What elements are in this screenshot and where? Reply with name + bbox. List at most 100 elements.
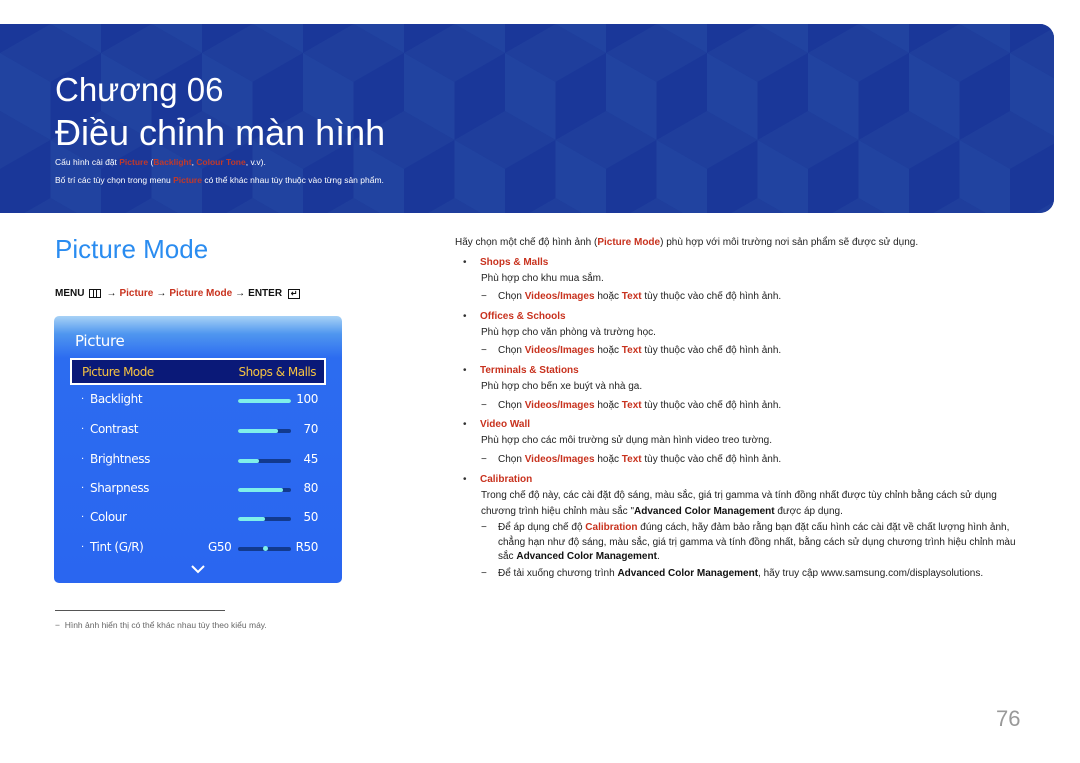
osd-item-picture-mode[interactable]: Picture Mode Shops & Malls	[70, 358, 326, 385]
footnote-text: Hình ảnh hiển thị có thể khác nhau tùy t…	[64, 620, 267, 630]
text: Chọn	[498, 345, 525, 356]
osd-item-label: Backlight	[90, 392, 143, 406]
menu-path-breadcrumb: MENU → Picture → Picture Mode → ENTER ↵	[55, 288, 301, 299]
acm-term: Advanced Color Management	[617, 568, 759, 579]
text: được áp dụng.	[774, 506, 843, 517]
osd-title: Picture	[75, 332, 125, 350]
text: tùy thuộc vào chế độ hình ảnh.	[641, 291, 782, 302]
bullet: •	[463, 311, 467, 322]
osd-item-contrast[interactable]: · Contrast 70	[54, 422, 342, 442]
arrow: →	[235, 288, 246, 299]
intro-text: Hãy chọn một chế độ hình ảnh (Picture Mo…	[455, 237, 918, 248]
osd-item-label: Contrast	[90, 422, 139, 436]
osd-item-label: Brightness	[90, 452, 150, 466]
text: Hãy chọn một chế độ hình ảnh (	[455, 237, 598, 248]
acm-term: Advanced Color Management	[516, 551, 657, 562]
text: tùy thuộc vào chế độ hình ảnh.	[641, 454, 782, 465]
calibration-description: Trong chế độ này, các cài đặt độ sáng, m…	[481, 488, 1026, 520]
level-fill	[238, 459, 260, 463]
option-text: Text	[621, 400, 642, 411]
text: Cấu hình cài đặt	[55, 157, 120, 167]
mode-item-description: Phù hợp cho văn phòng và trường học.	[481, 327, 656, 338]
text: , hãy truy cập www.samsung.com/displayso…	[758, 568, 984, 579]
tint-green-value: G50	[208, 540, 232, 554]
level-fill	[238, 517, 265, 521]
section-title: Picture Mode	[55, 234, 209, 264]
text: Chọn	[498, 400, 525, 411]
option-videos-images: Videos/Images	[524, 291, 595, 302]
level-slider[interactable]	[238, 488, 291, 492]
osd-item-backlight[interactable]: · Backlight 100	[54, 392, 342, 412]
tint-slider-knob[interactable]	[262, 546, 268, 551]
level-slider[interactable]	[238, 399, 291, 403]
option-text: Text	[621, 454, 642, 465]
text: tùy thuộc vào chế độ hình ảnh.	[641, 400, 782, 411]
level-fill	[238, 429, 278, 433]
picture-term: Picture	[119, 157, 149, 167]
enter-label: ENTER	[248, 288, 283, 299]
level-slider[interactable]	[238, 429, 291, 433]
calibration-term: Calibration	[585, 522, 638, 533]
text: hoặc	[594, 454, 622, 465]
mode-name: Terminals & Stations	[480, 365, 579, 376]
bullet: ·	[81, 483, 84, 494]
backlight-term: Backlight	[153, 157, 192, 167]
mode-item-description: Phù hợp cho bến xe buýt và nhà ga.	[481, 381, 643, 392]
osd-item-tint[interactable]: · Tint (G/R) G50 R50	[54, 540, 342, 560]
chapter-banner: Chương 06 Điều chỉnh màn hình Cấu hình c…	[0, 24, 1054, 213]
picture-term: Picture	[173, 175, 202, 185]
chapter-title: Điều chỉnh màn hình	[55, 112, 386, 153]
osd-item-sharpness[interactable]: · Sharpness 80	[54, 481, 342, 501]
osd-item-value: 80	[303, 481, 319, 495]
osd-item-value: 100	[296, 392, 318, 406]
menu-step-picture-mode: Picture Mode	[169, 288, 233, 299]
banner-description-1: Cấu hình cài đặt Picture (Backlight, Col…	[55, 157, 266, 167]
osd-picture-menu: Picture Picture Mode Shops & Malls · Bac…	[54, 316, 342, 583]
arrow: →	[156, 288, 167, 299]
banner-description-2: Bố trí các tùy chọn trong menu Picture c…	[55, 175, 384, 185]
dash: −	[481, 291, 487, 302]
chapter-number: Chương 06	[55, 71, 224, 108]
mode-name: Calibration	[480, 474, 533, 485]
bullet: ·	[81, 512, 84, 523]
page-number: 76	[996, 706, 1021, 731]
option-text: Text	[621, 345, 642, 356]
osd-item-label: Picture Mode	[82, 364, 154, 379]
text: hoặc	[594, 400, 622, 411]
mode-item-description: Phù hợp cho các môi trường sử dụng màn h…	[481, 435, 773, 446]
osd-item-label: Tint (G/R)	[90, 540, 144, 554]
level-slider[interactable]	[238, 517, 291, 521]
osd-item-value: Shops & Malls	[238, 364, 316, 379]
level-fill	[238, 399, 291, 403]
text: .	[656, 551, 660, 562]
option-videos-images: Videos/Images	[524, 454, 595, 465]
menu-label: MENU	[55, 288, 85, 299]
osd-item-colour[interactable]: · Colour 50	[54, 510, 342, 530]
menu-grid-icon	[89, 289, 102, 298]
tint-red-value: R50	[295, 540, 319, 554]
text: tùy thuộc vào chế độ hình ảnh.	[641, 345, 782, 356]
tint-slider[interactable]	[238, 546, 291, 551]
bullet: •	[463, 419, 467, 430]
option-videos-images: Videos/Images	[524, 345, 595, 356]
mode-name: Offices & Schools	[480, 311, 566, 322]
dash: −	[481, 454, 487, 465]
acm-term: Advanced Color Management	[634, 506, 775, 517]
osd-item-value: 70	[303, 422, 319, 436]
footnote: − Hình ảnh hiển thị có thể khác nhau tùy…	[55, 620, 267, 630]
picture-mode-term: Picture Mode	[597, 237, 661, 248]
enter-return-icon: ↵	[288, 288, 301, 299]
osd-item-value: 50	[303, 510, 319, 524]
osd-item-label: Colour	[90, 510, 127, 524]
text: Để tải xuống chương trình	[498, 568, 618, 579]
colour-tone-term: Colour Tone	[196, 157, 246, 167]
text: Để áp dụng chế độ	[498, 522, 586, 533]
option-text: Text	[621, 291, 642, 302]
footnote-divider	[55, 610, 225, 611]
osd-item-brightness[interactable]: · Brightness 45	[54, 452, 342, 472]
chevron-down-icon[interactable]	[191, 564, 205, 574]
level-slider[interactable]	[238, 459, 291, 463]
bullet: ·	[81, 454, 84, 465]
dash: −	[55, 620, 60, 630]
bullet: •	[463, 474, 467, 485]
